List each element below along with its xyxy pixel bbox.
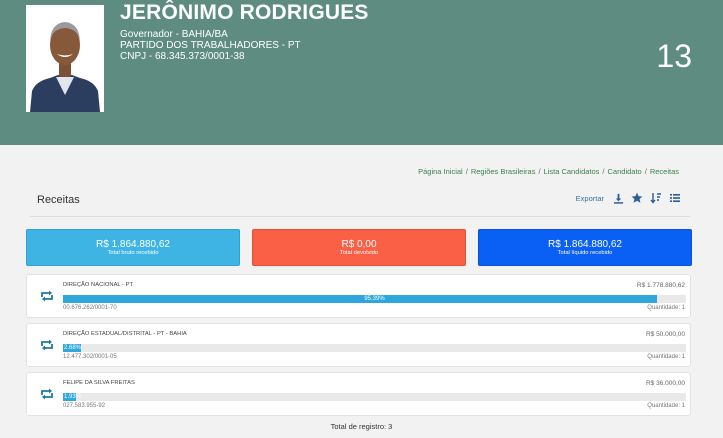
breadcrumb-candidate[interactable]: Candidato <box>608 167 642 176</box>
candidate-name: JERÔNIMO RODRIGUES <box>120 1 369 24</box>
summary-caption: Total bruto recebido <box>107 250 159 256</box>
donor-amount: R$ 50.000,00 <box>645 331 685 338</box>
breadcrumb-candidates[interactable]: Lista Candidatos <box>544 167 600 176</box>
summary-caption: Total líquido recebido <box>557 250 613 256</box>
donor-document: 027.583.955-92 <box>63 403 106 409</box>
sort-icon[interactable] <box>650 192 662 204</box>
donor-progress: 95.39% <box>63 295 686 303</box>
breadcrumb: Página Inicial / Regiões Brasileiras / Lista… <box>418 167 679 176</box>
breadcrumb-current: Receitas <box>649 167 679 176</box>
donor-progress: 2.68% <box>63 344 686 352</box>
donor-name: FELIPE DA SILVA FREITAS <box>63 380 135 386</box>
donor-card[interactable]: DIREÇÃO ESTADUAL/DISTRITAL - PT - BAHIA … <box>26 323 691 367</box>
candidate-number: 13 <box>656 38 692 74</box>
download-icon[interactable] <box>612 192 624 204</box>
candidate-header: JERÔNIMO RODRIGUES Governador - BAHIA/BA… <box>0 0 723 145</box>
section-title: Receitas <box>37 194 80 206</box>
donor-quantity: Quantidade: 1 <box>647 354 685 360</box>
summary-total-returned: R$ 0,00 Total devolvido <box>252 229 466 266</box>
breadcrumb-regions[interactable]: Regiões Brasileiras <box>471 167 536 176</box>
transfer-icon <box>39 386 55 402</box>
star-icon[interactable] <box>631 192 643 204</box>
donor-card[interactable]: DIREÇÃO NACIONAL - PT R$ 1.778.880,62 95… <box>26 274 691 318</box>
donor-name: DIREÇÃO ESTADUAL/DISTRITAL - PT - BAHIA <box>63 331 187 337</box>
candidate-party: PARTIDO DOS TRABALHADORES - PT <box>120 40 301 51</box>
summary-amount: R$ 0,00 <box>341 239 377 250</box>
total-records: Total de registro: 3 <box>330 422 393 431</box>
donor-name: DIREÇÃO NACIONAL - PT <box>63 282 134 288</box>
donor-card[interactable]: FELIPE DA SILVA FREITAS R$ 36.000,00 1.9… <box>26 372 691 416</box>
donor-progress: 1.93% <box>63 393 686 401</box>
list-icon[interactable] <box>669 192 681 204</box>
summary-total-received: R$ 1.864.880,62 Total bruto recebido <box>26 229 240 266</box>
donor-document: 12.477.302/0001-05 <box>63 354 117 360</box>
toolbar: Exportar <box>576 192 681 204</box>
donor-percent: 2.68% <box>64 345 82 351</box>
summary-amount: R$ 1.864.880,62 <box>548 239 622 250</box>
donor-amount: R$ 1.778.880,62 <box>636 282 685 289</box>
candidate-office: Governador - BAHIA/BA <box>120 29 228 40</box>
summary-amount: R$ 1.864.880,62 <box>96 239 170 250</box>
candidate-portrait-image <box>26 5 104 112</box>
transfer-icon <box>39 337 55 353</box>
export-link[interactable]: Exportar <box>576 194 604 203</box>
donor-percent: 95.39% <box>364 296 385 302</box>
candidate-photo <box>26 5 104 112</box>
donor-quantity: Quantidade: 1 <box>647 403 685 409</box>
transfer-icon <box>39 288 55 304</box>
donor-amount: R$ 36.000,00 <box>645 380 685 387</box>
candidate-cnpj: CNPJ - 68.345.373/0001-38 <box>120 51 245 62</box>
breadcrumb-home[interactable]: Página Inicial <box>418 167 463 176</box>
donor-document: 00.676.262/0001-70 <box>63 305 117 311</box>
summary-total-net: R$ 1.864.880,62 Total líquido recebido <box>478 229 692 266</box>
donor-quantity: Quantidade: 1 <box>647 305 685 311</box>
summary-caption: Total devolvido <box>339 250 379 256</box>
section-divider <box>30 216 690 217</box>
donor-percent: 1.93% <box>64 394 82 400</box>
